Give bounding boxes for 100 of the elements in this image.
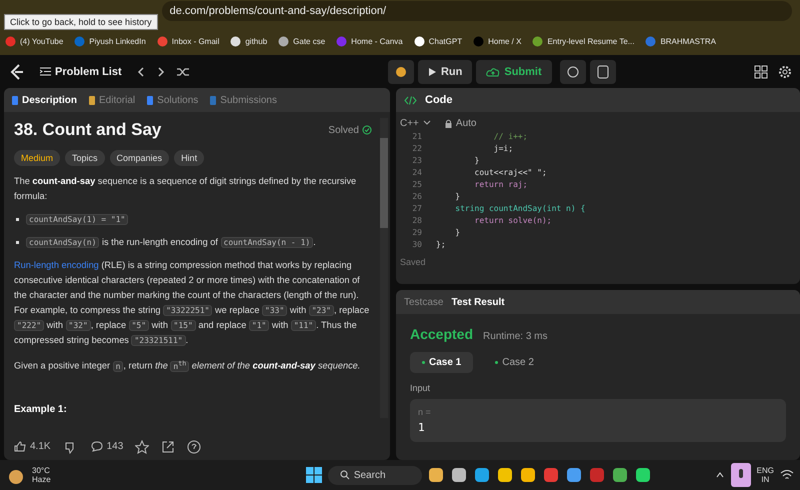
windows-start-icon[interactable] — [304, 466, 323, 484]
description-paragraph: The count-and-say sequence is a sequence of digit strings defined by the recursive formula: — [14, 175, 358, 203]
description-paragraph: countAndSay(n) is the run-length encoding of countAndSay(n - 1) . — [14, 235, 372, 250]
region-indicator[interactable]: IN — [761, 475, 770, 484]
comments-button[interactable]: 143 — [90, 441, 124, 453]
chevron-up-icon[interactable] — [714, 470, 725, 480]
bookmark-icon — [645, 36, 656, 46]
play-icon — [428, 66, 437, 77]
star-icon[interactable] — [135, 440, 150, 454]
link[interactable]: Run-length encoding — [14, 260, 99, 270]
code-line: } — [454, 191, 460, 203]
bookmark[interactable]: Gate cse — [278, 36, 326, 46]
code-line: } — [454, 227, 460, 239]
app-icon[interactable] — [450, 466, 468, 484]
description-paragraph: countAndSay(1) = "1" — [14, 212, 372, 227]
app-icon[interactable] — [518, 466, 537, 484]
app-icon[interactable] — [496, 466, 514, 484]
code-line: cout<<raj<<" "; — [474, 167, 547, 179]
line-number: 24 — [411, 167, 423, 179]
bookmark[interactable]: BRAHMASTRA — [645, 36, 716, 46]
app-icon[interactable] — [634, 466, 652, 484]
bookmark-icon — [5, 36, 16, 46]
line-number: 21 — [411, 131, 423, 143]
bookmark-icon — [74, 36, 86, 46]
description-paragraph: Run-length encoding (RLE) is a string compression method that works by replacing consecutive identical characters (repeated 2 or more times) with the concatenation of the character and the number marking the count of the characters (length of the run). For example, to compress the string "3322251" we replace "33" with "23" , replace "222" with "32" , replace "5" with "15" and replace "1" with "11" . Thus the compressed string becomes "23321511" . — [14, 259, 370, 348]
bookmark-icon — [278, 36, 290, 46]
bookmark[interactable]: ChatGPT — [414, 36, 462, 46]
share-icon[interactable] — [161, 440, 176, 454]
app-icon[interactable] — [610, 466, 629, 484]
bookmark-icon — [473, 36, 484, 46]
chevron-right-icon[interactable] — [156, 66, 166, 78]
thumbs-up-icon — [14, 441, 26, 452]
bookmark[interactable]: Home - Canva — [336, 36, 403, 46]
line-number: 30 — [411, 239, 423, 251]
note-icon[interactable] — [590, 60, 616, 84]
variable-name: n = — [418, 407, 432, 417]
panel-title: Code — [425, 94, 452, 106]
comment-icon — [90, 441, 103, 452]
list-icon — [40, 67, 51, 76]
code-line: string countAndSay(int n) { — [454, 203, 586, 215]
bookmark-icon — [156, 36, 168, 46]
bookmark-icon — [532, 36, 544, 46]
address-bar[interactable]: de.com/problems/count-and-say/description/ — [162, 1, 792, 21]
line-number: 27 — [411, 203, 423, 215]
auto-mode-label: Auto — [444, 118, 476, 129]
tag-chip[interactable]: Topics — [65, 150, 105, 166]
bookmark[interactable]: github — [230, 36, 268, 46]
submit-button[interactable]: Submit — [476, 60, 552, 84]
app-icon[interactable] — [472, 466, 491, 484]
panel-tab[interactable]: Description — [12, 92, 78, 108]
save-status: Saved — [399, 256, 427, 269]
language-indicator[interactable]: ENG — [756, 466, 774, 475]
difficulty-tag: Medium — [14, 150, 60, 166]
alarm-clock-icon[interactable] — [560, 60, 586, 84]
check-circle-icon — [362, 124, 372, 135]
case-tab[interactable]: Case 2 — [483, 352, 546, 373]
language-dropdown[interactable]: C++ — [400, 118, 431, 129]
panel-tab[interactable]: Testcase — [404, 296, 444, 308]
like-button[interactable]: 4.1K — [14, 441, 51, 453]
help-icon[interactable] — [187, 440, 202, 454]
search-icon — [340, 470, 350, 480]
shuffle-icon[interactable] — [176, 66, 190, 78]
code-line: // i++; — [492, 131, 528, 143]
run-button[interactable]: Run — [418, 60, 472, 84]
taskbar-search[interactable]: Search — [328, 466, 422, 484]
panel-tab[interactable]: Submissions — [210, 92, 277, 108]
weather-label: Haze — [32, 475, 52, 484]
bookmark[interactable]: Inbox - Gmail — [156, 36, 220, 46]
line-number: 26 — [411, 191, 423, 203]
problem-list-button[interactable]: Problem List — [36, 66, 126, 78]
app-icon[interactable] — [426, 466, 445, 484]
runtime: Runtime: 3 ms — [483, 331, 548, 342]
layout-icon[interactable] — [754, 64, 768, 78]
example-heading: Example 1: — [14, 404, 68, 415]
status-dot-icon — [495, 360, 498, 364]
bookmark[interactable]: Entry-level Resume Te... — [532, 36, 634, 46]
bookmark-icon — [230, 36, 242, 46]
panel-tab[interactable]: Solutions — [147, 92, 198, 108]
verdict: Accepted — [410, 326, 474, 342]
bookmark[interactable]: (4) YouTube — [5, 36, 64, 46]
tag-chip[interactable]: Hint — [174, 150, 204, 166]
settings-icon[interactable] — [778, 64, 792, 78]
code-line: }; — [436, 239, 446, 251]
code-line: return raj; — [474, 179, 528, 191]
bookmark[interactable]: Piyush LinkedIn — [74, 36, 146, 46]
microphone-icon[interactable] — [730, 463, 751, 487]
temperature: 30°C — [32, 466, 51, 475]
line-number: 22 — [411, 143, 423, 155]
panel-tab[interactable]: Editorial — [89, 92, 136, 108]
solved-status: Solved — [328, 124, 372, 136]
panel-tab[interactable]: Test Result — [451, 296, 505, 308]
case-tab[interactable]: Case 1 — [410, 352, 474, 373]
bookmark[interactable]: Home / X — [473, 36, 522, 46]
code-line: j=i; — [492, 143, 514, 155]
input-label: Input — [410, 383, 432, 393]
tag-chip[interactable]: Companies — [110, 150, 170, 166]
wifi-icon[interactable] — [780, 469, 794, 481]
app-icon[interactable] — [564, 466, 583, 484]
code-line: return solve(n); — [474, 215, 552, 227]
chevron-left-icon[interactable] — [136, 66, 146, 78]
